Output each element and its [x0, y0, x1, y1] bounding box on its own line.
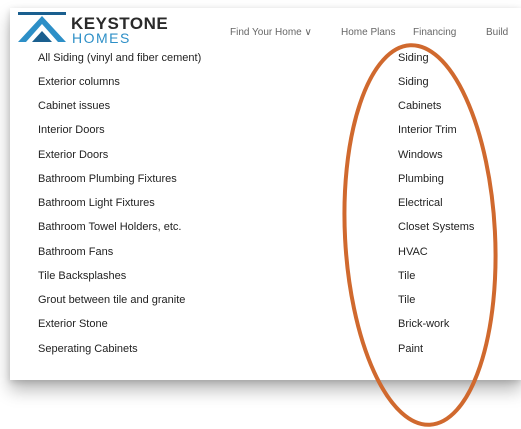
row-item: Bathroom Towel Holders, etc. — [38, 221, 182, 233]
table-row: Grout between tile and granite Tile — [10, 294, 521, 318]
row-item: Bathroom Fans — [38, 246, 114, 258]
row-item: Exterior columns — [38, 76, 120, 88]
table-row: Seperating Cabinets Paint — [10, 343, 521, 367]
logo-subtitle: HOMES — [72, 30, 131, 46]
row-item: Bathroom Light Fixtures — [38, 197, 155, 209]
table-row: Interior Doors Interior Trim — [10, 124, 521, 148]
logo[interactable]: KEYSTONE HOMES — [18, 12, 178, 46]
row-category: Tile — [398, 294, 416, 306]
row-category: HVAC — [398, 246, 428, 258]
table-row: Exterior Doors Windows — [10, 149, 521, 173]
table-row: Bathroom Fans HVAC — [10, 246, 521, 270]
table-row: All Siding (vinyl and fiber cement) Sidi… — [10, 52, 521, 76]
page: KEYSTONE HOMES Find Your Home ∨ Home Pla… — [0, 0, 521, 429]
row-item: Exterior Stone — [38, 318, 108, 330]
row-category: Windows — [398, 149, 443, 161]
nav-find-your-home[interactable]: Find Your Home ∨ — [230, 27, 312, 38]
row-item: Exterior Doors — [38, 149, 109, 161]
row-item: Seperating Cabinets — [38, 343, 138, 355]
row-category: Siding — [398, 76, 429, 88]
table-row: Tile Backsplashes Tile — [10, 270, 521, 294]
row-item: Bathroom Plumbing Fixtures — [38, 173, 177, 185]
row-category: Plumbing — [398, 173, 444, 185]
row-item: Grout between tile and granite — [38, 294, 186, 306]
nav-build[interactable]: Build — [486, 27, 508, 38]
table-row: Exterior Stone Brick-work — [10, 318, 521, 342]
table-row: Exterior columns Siding — [10, 76, 521, 100]
nav-home-plans[interactable]: Home Plans — [341, 27, 395, 38]
table-row: Bathroom Light Fixtures Electrical — [10, 197, 521, 221]
row-category: Paint — [398, 343, 424, 355]
row-item: Tile Backsplashes — [38, 270, 127, 282]
house-roof-icon — [18, 12, 66, 42]
table-row: Bathroom Towel Holders, etc. Closet Syst… — [10, 221, 521, 245]
row-category: Brick-work — [398, 318, 450, 330]
row-category: Tile — [398, 270, 416, 282]
table-row: Bathroom Plumbing Fixtures Plumbing — [10, 173, 521, 197]
row-category: Cabinets — [398, 100, 442, 112]
row-category: Interior Trim — [398, 124, 457, 136]
row-item: Interior Doors — [38, 124, 105, 136]
row-item: Cabinet issues — [38, 100, 111, 112]
table-row: Cabinet issues Cabinets — [10, 100, 521, 124]
site-header: KEYSTONE HOMES Find Your Home ∨ Home Pla… — [10, 8, 521, 48]
row-category: Siding — [398, 52, 429, 64]
nav-financing[interactable]: Financing — [413, 27, 456, 38]
row-category: Electrical — [398, 197, 443, 209]
row-category: Closet Systems — [398, 221, 475, 233]
website-screenshot: KEYSTONE HOMES Find Your Home ∨ Home Pla… — [10, 8, 521, 380]
row-item: All Siding (vinyl and fiber cement) — [38, 52, 202, 64]
